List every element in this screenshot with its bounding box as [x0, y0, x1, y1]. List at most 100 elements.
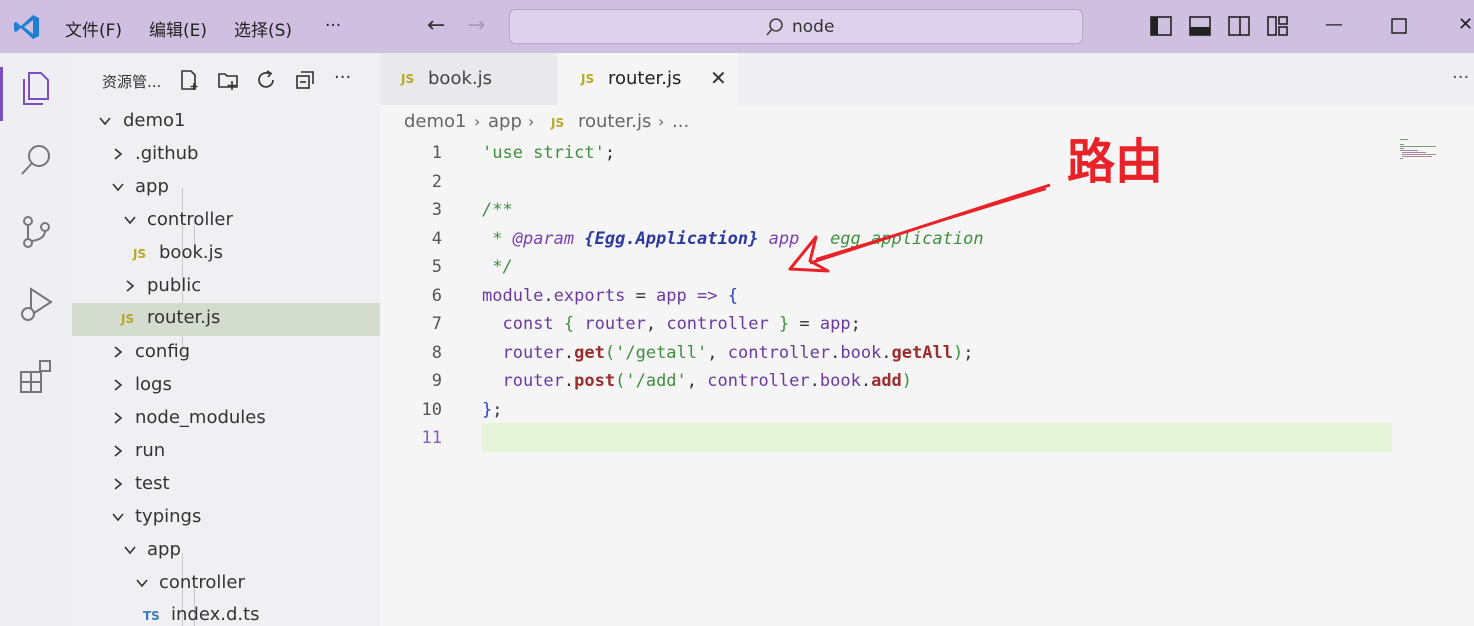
chevron-right-icon — [114, 379, 123, 391]
tree-folder-node-modules[interactable]: node_modules — [72, 403, 380, 436]
new-folder-icon[interactable] — [217, 69, 239, 91]
code-token: app — [819, 314, 851, 334]
tree-file-book-js[interactable]: JS book.js — [72, 238, 380, 271]
menu-selection[interactable]: 选择(S) — [234, 16, 292, 41]
code-token: = — [625, 286, 657, 306]
line-number: 6 — [431, 286, 442, 306]
source-control-icon[interactable] — [17, 213, 55, 251]
tree-label: run — [135, 440, 166, 461]
code-token: module — [482, 286, 544, 306]
code-token: add — [871, 371, 902, 391]
tree-label: book.js — [159, 242, 223, 263]
js-file-icon: JS — [581, 72, 595, 86]
tab-book-js[interactable]: JS book.js — [380, 53, 557, 105]
annotation-arrow-icon — [788, 183, 1051, 273]
tree-folder-logs[interactable]: logs — [72, 370, 380, 403]
menu-more[interactable]: ··· — [325, 16, 341, 36]
tree-file-index-d-ts[interactable]: TS index.d.ts — [72, 600, 380, 626]
chevron-right-icon: › — [474, 112, 481, 131]
chevron-right-icon — [114, 445, 123, 457]
tab-more-icon[interactable]: ··· — [1452, 67, 1469, 88]
current-line-highlight — [482, 423, 1392, 452]
line-number: 9 — [431, 371, 442, 391]
chevron-right-icon — [114, 346, 123, 358]
menu-file[interactable]: 文件(F) — [65, 16, 122, 41]
tree-folder-config[interactable]: config — [72, 337, 380, 370]
close-icon[interactable]: ✕ — [710, 66, 727, 90]
tab-label: router.js — [608, 68, 682, 89]
tree-label: typings — [135, 506, 202, 527]
code-token: controller — [727, 343, 831, 363]
minimize-icon[interactable]: — — [1325, 14, 1343, 35]
tree-folder-controller[interactable]: controller — [72, 205, 380, 238]
explorer-icon[interactable] — [17, 69, 55, 107]
command-center-search[interactable]: node — [509, 9, 1083, 44]
tree-label: test — [135, 473, 170, 494]
code-token: ; — [492, 400, 503, 420]
search-text: node — [792, 17, 835, 37]
line-number: 10 — [421, 400, 442, 420]
breadcrumb-item[interactable]: demo1 — [404, 111, 467, 132]
code-token: = — [789, 314, 820, 334]
line-number: 8 — [431, 343, 442, 363]
code-token: . — [881, 343, 892, 363]
back-arrow-icon[interactable]: ← — [427, 13, 445, 38]
code-line-6: module.exports = app => { — [482, 286, 738, 306]
code-token: . — [543, 286, 554, 306]
new-file-icon[interactable] — [179, 69, 201, 91]
toggle-panel-icon[interactable] — [1189, 16, 1211, 36]
collapse-all-icon[interactable] — [294, 69, 316, 91]
breadcrumb-item[interactable]: ... — [672, 111, 689, 132]
explorer-more-icon[interactable]: ··· — [334, 67, 351, 89]
breadcrumb-item[interactable]: router.js — [578, 111, 651, 132]
tree-label: controller — [159, 572, 245, 593]
extensions-icon[interactable] — [17, 357, 55, 395]
search-icon[interactable] — [17, 141, 55, 179]
tree-file-router-js[interactable]: JS router.js — [72, 303, 380, 336]
code-token: controller — [707, 371, 810, 391]
maximize-icon[interactable] — [1391, 18, 1407, 34]
tree-label: config — [135, 341, 191, 362]
line-number: 7 — [431, 314, 442, 334]
tree-folder-github[interactable]: .github — [72, 139, 380, 172]
customize-layout-icon[interactable] — [1267, 16, 1289, 36]
tree-folder-app[interactable]: app — [72, 172, 380, 205]
code-token: => — [697, 286, 718, 306]
chevron-right-icon: › — [528, 112, 535, 131]
code-token: controller — [666, 314, 769, 334]
minimap[interactable] — [1400, 137, 1450, 167]
close-window-icon[interactable]: ✕ — [1458, 14, 1473, 35]
vscode-logo-icon[interactable] — [13, 13, 41, 41]
tab-router-js[interactable]: JS router.js ✕ — [558, 53, 738, 105]
code-token: { — [727, 286, 738, 306]
code-token: ( — [604, 343, 616, 363]
tree-folder-test[interactable]: test — [72, 469, 380, 502]
run-and-debug-icon[interactable] — [17, 285, 55, 323]
menu-edit[interactable]: 编辑(E) — [149, 16, 207, 41]
activity-bar — [0, 53, 72, 626]
toggle-primary-sidebar-icon[interactable] — [1150, 16, 1172, 36]
code-line-3: /** — [482, 200, 513, 220]
tree-folder-public[interactable]: public — [72, 271, 380, 304]
breadcrumb-item[interactable]: app — [488, 111, 522, 132]
code-token: ) — [952, 343, 964, 363]
code-token: const — [502, 314, 554, 334]
chevron-down-icon — [124, 216, 136, 225]
title-bar: 文件(F) 编辑(E) 选择(S) ··· ← → node — ✕ — [0, 0, 1474, 53]
code-token: } — [482, 400, 493, 420]
tree-folder-typings-controller[interactable]: controller — [72, 568, 380, 601]
tree-folder-run[interactable]: run — [72, 436, 380, 469]
tree-folder-demo1[interactable]: demo1 — [72, 106, 380, 139]
line-number: 4 — [431, 229, 442, 249]
line-number: 3 — [431, 200, 442, 220]
code-token: book — [840, 343, 882, 363]
search-icon — [766, 18, 783, 36]
toggle-secondary-sidebar-icon[interactable] — [1228, 16, 1250, 36]
forward-arrow-icon[interactable]: → — [467, 13, 485, 38]
tree-folder-typings-app[interactable]: app — [72, 535, 380, 568]
tree-folder-typings[interactable]: typings — [72, 502, 380, 535]
refresh-icon[interactable] — [255, 69, 277, 91]
